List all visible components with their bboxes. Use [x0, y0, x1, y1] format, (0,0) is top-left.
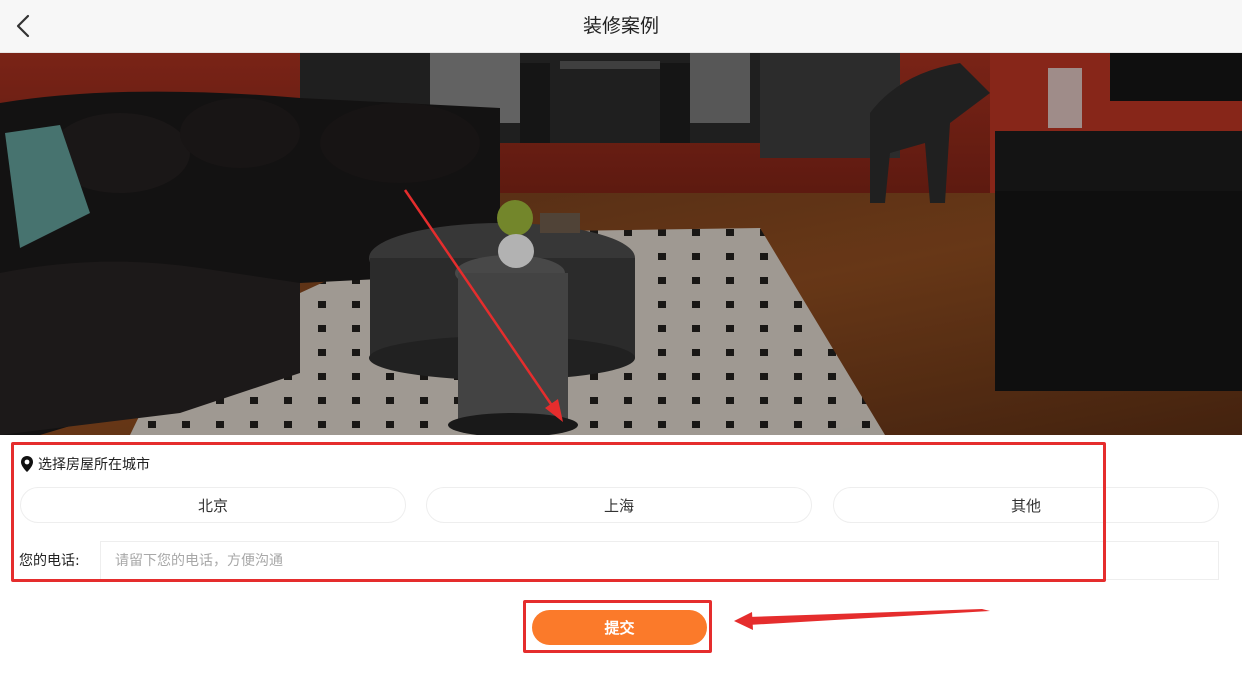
phone-label: 您的电话:: [19, 553, 80, 569]
location-pin-icon: [20, 455, 34, 473]
city-option-shanghai[interactable]: 上海: [426, 487, 812, 523]
living-room-photo: [0, 53, 1242, 435]
city-label: 选择房屋所在城市: [20, 454, 150, 474]
arrow-left-to-submit: [734, 609, 990, 630]
submit-button[interactable]: 提交: [532, 610, 707, 645]
top-nav-bar: 装修案例: [0, 0, 1242, 53]
city-label-text: 选择房屋所在城市: [38, 457, 150, 473]
case-hero-image: [0, 53, 1242, 435]
city-option-other[interactable]: 其他: [833, 487, 1219, 523]
page-title: 装修案例: [582, 15, 659, 37]
phone-input[interactable]: [100, 541, 1219, 580]
city-option-beijing[interactable]: 北京: [20, 487, 406, 523]
